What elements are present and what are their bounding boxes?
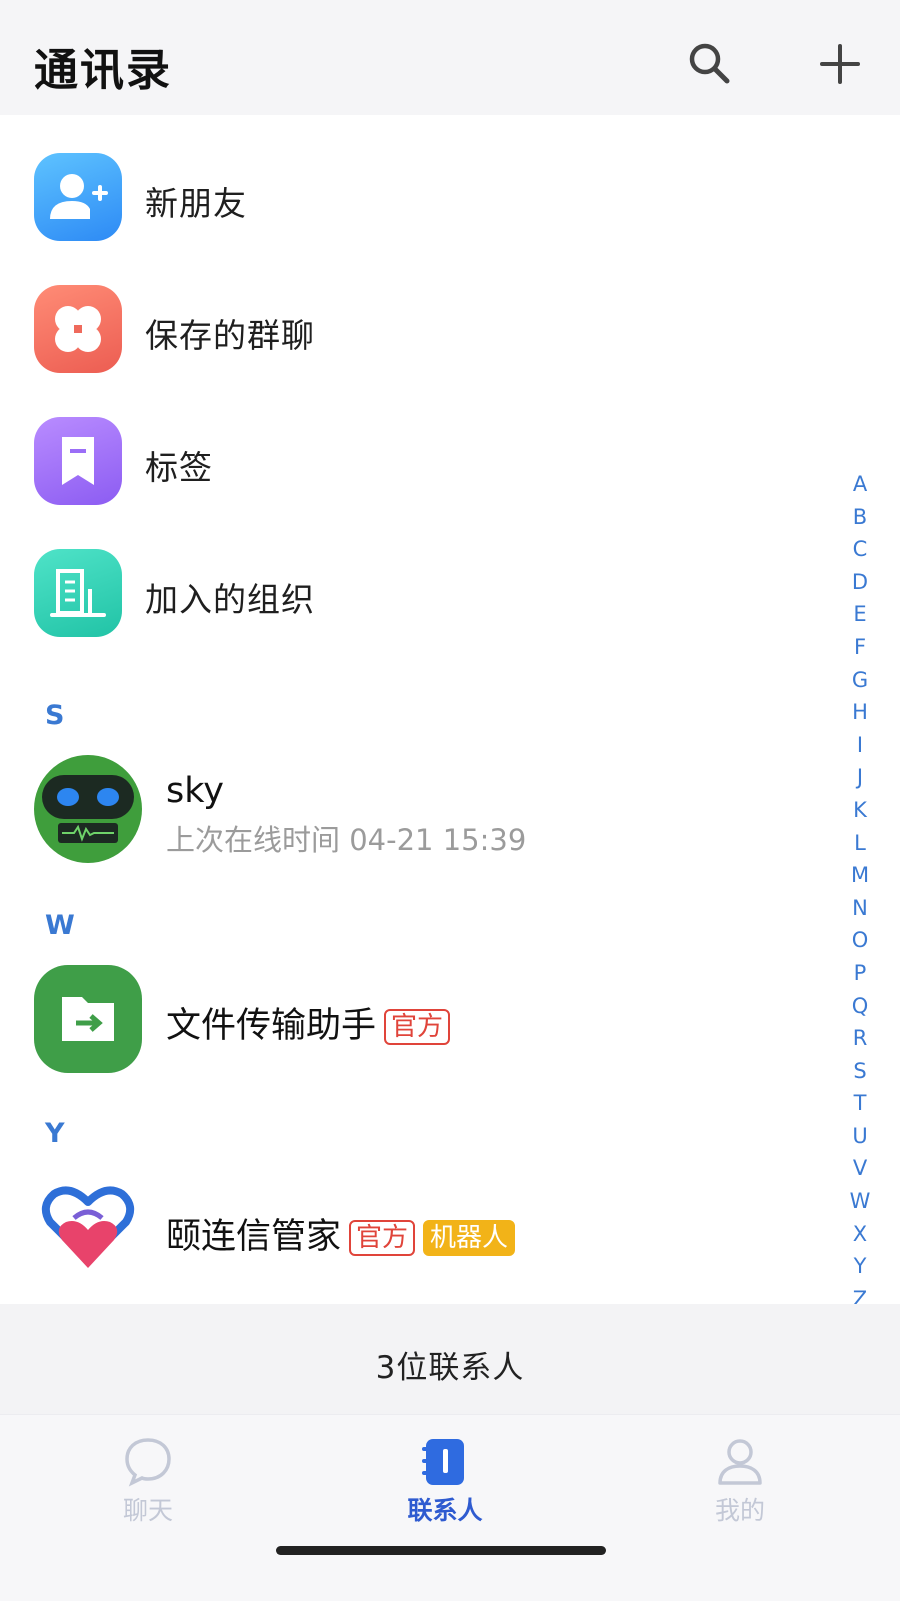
search-icon xyxy=(689,43,730,84)
index-letter-v[interactable]: V xyxy=(846,1152,874,1185)
contact-name: 颐连信管家 xyxy=(166,1217,342,1257)
index-letter-k[interactable]: K xyxy=(846,794,874,827)
index-letter-f[interactable]: F xyxy=(846,631,874,664)
index-letter-j[interactable]: J xyxy=(846,761,874,794)
robot-avatar xyxy=(34,755,142,863)
add-person-icon xyxy=(34,153,122,241)
contact-count: 3位联系人 xyxy=(375,1350,525,1386)
chat-bubble-icon xyxy=(125,1438,171,1487)
feature-label: 新朋友 xyxy=(145,184,247,223)
profile-icon xyxy=(718,1439,762,1485)
tab-me[interactable]: 我的 xyxy=(640,1415,840,1535)
building-icon xyxy=(34,549,122,637)
index-letter-p[interactable]: P xyxy=(846,957,874,990)
index-letter-y[interactable]: Y xyxy=(846,1250,874,1283)
index-letter-a[interactable]: A xyxy=(846,468,874,501)
saved-group-chats-entry[interactable]: 保存的群聊 xyxy=(0,265,860,385)
top-bar: 通讯录 xyxy=(0,0,900,115)
section-header-s: S xyxy=(45,700,65,731)
bot-badge: 机器人 xyxy=(423,1220,516,1256)
official-badge: 官方 xyxy=(384,1009,451,1045)
official-badge: 官方 xyxy=(349,1220,416,1256)
tags-entry[interactable]: 标签 xyxy=(0,397,860,517)
search-button[interactable] xyxy=(684,38,736,90)
heart-logo-avatar xyxy=(34,1172,142,1280)
contact-name: sky xyxy=(166,771,224,811)
section-header-y: Y xyxy=(45,1118,65,1149)
home-indicator xyxy=(276,1546,606,1555)
index-letter-r[interactable]: R xyxy=(846,1022,874,1055)
index-letter-x[interactable]: X xyxy=(846,1218,874,1251)
new-friends-entry[interactable]: 新朋友 xyxy=(0,133,860,253)
contact-name: 文件传输助手 xyxy=(166,1006,377,1046)
feature-label: 保存的群聊 xyxy=(145,316,315,355)
plus-icon xyxy=(820,44,860,84)
contact-item-file-transfer[interactable]: 文件传输助手 官方 xyxy=(0,965,840,1085)
index-letter-s[interactable]: S xyxy=(846,1055,874,1088)
joined-organizations-entry[interactable]: 加入的组织 xyxy=(0,529,860,649)
contact-item-yilianxin[interactable]: 颐连信管家 官方 机器人 xyxy=(0,1172,840,1292)
index-letter-t[interactable]: T xyxy=(846,1087,874,1120)
tab-label: 联系人 xyxy=(407,1496,483,1525)
feature-label: 标签 xyxy=(145,448,213,487)
file-transfer-avatar xyxy=(34,965,142,1073)
contact-count-footer: 3位联系人 xyxy=(0,1304,900,1414)
index-letter-g[interactable]: G xyxy=(846,664,874,697)
index-letter-e[interactable]: E xyxy=(846,598,874,631)
last-online-status: 上次在线时间 04-21 15:39 xyxy=(166,823,527,857)
tab-label: 我的 xyxy=(714,1496,765,1525)
index-letter-b[interactable]: B xyxy=(846,501,874,534)
index-letter-o[interactable]: O xyxy=(846,924,874,957)
index-letter-h[interactable]: H xyxy=(846,696,874,729)
tab-label: 聊天 xyxy=(122,1496,173,1525)
bottom-tab-bar: 聊天 联系人 我的 xyxy=(0,1414,900,1601)
index-letter-q[interactable]: Q xyxy=(846,990,874,1023)
index-letter-l[interactable]: L xyxy=(846,827,874,860)
index-letter-u[interactable]: U xyxy=(846,1120,874,1153)
index-letter-c[interactable]: C xyxy=(846,533,874,566)
contact-item-sky[interactable]: sky 上次在线时间 04-21 15:39 xyxy=(0,755,840,875)
index-letter-w[interactable]: W xyxy=(846,1185,874,1218)
contact-name-row: 颐连信管家 官方 机器人 xyxy=(166,1208,516,1259)
feature-label: 加入的组织 xyxy=(145,580,315,619)
alphabet-index[interactable]: A B C D E F G H I J K L M N O P Q R S T … xyxy=(846,468,874,1348)
tab-chat[interactable]: 聊天 xyxy=(48,1415,248,1535)
group-chat-icon xyxy=(34,285,122,373)
index-letter-n[interactable]: N xyxy=(846,892,874,925)
contacts-book-icon xyxy=(422,1439,464,1485)
bookmark-tag-icon xyxy=(34,417,122,505)
index-letter-m[interactable]: M xyxy=(846,859,874,892)
index-letter-d[interactable]: D xyxy=(846,566,874,599)
index-letter-i[interactable]: I xyxy=(846,729,874,762)
section-header-w: W xyxy=(45,910,75,941)
tab-contacts[interactable]: 联系人 xyxy=(345,1415,545,1535)
page-title: 通讯录 xyxy=(34,45,172,96)
add-button[interactable] xyxy=(814,38,866,90)
contact-name-row: 文件传输助手 官方 xyxy=(166,997,451,1048)
